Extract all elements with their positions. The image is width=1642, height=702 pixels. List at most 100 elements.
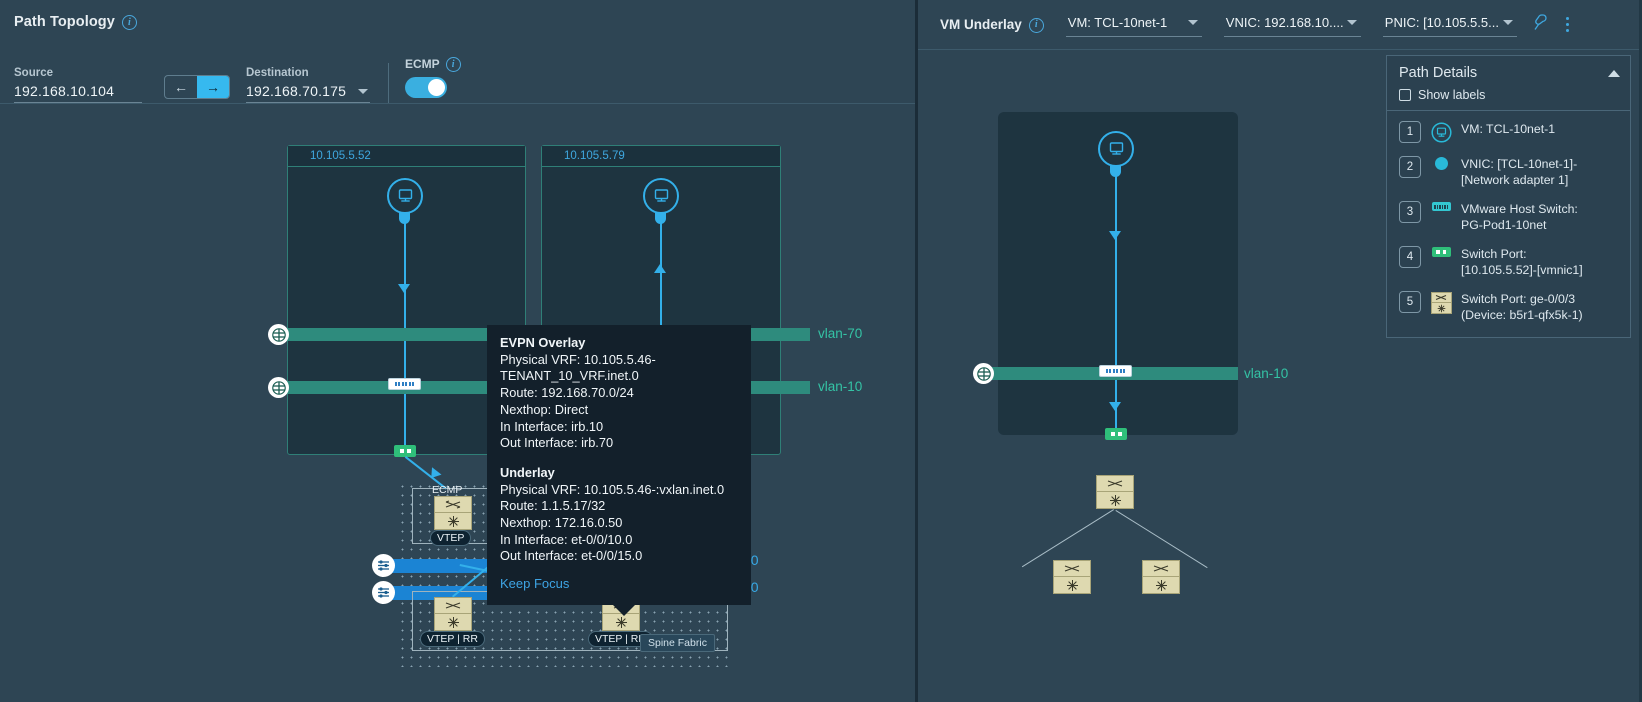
toggle-knob: [428, 79, 445, 96]
underlay-vlan-10-icon[interactable]: [973, 363, 994, 384]
divider: [388, 63, 389, 103]
step-label-line: PG-Pod1-10net: [1461, 218, 1547, 232]
router-top: [434, 496, 472, 513]
path-hop-tooltip[interactable]: EVPN Overlay Physical VRF: 10.105.5.46- …: [487, 325, 751, 616]
router-top: [1096, 475, 1134, 492]
vm-underlay-title: VM Underlay: [940, 17, 1022, 32]
router-icon: [1430, 292, 1452, 314]
vm-underlay-info-icon[interactable]: i: [1028, 17, 1044, 33]
direction-forward-button[interactable]: →: [197, 76, 229, 98]
router-glyph-icon: [1109, 494, 1121, 506]
pnic-select[interactable]: PNIC: [10.105.5.5...: [1382, 13, 1517, 37]
underlay-leaf-node[interactable]: [1096, 475, 1134, 509]
vm-icon: [1430, 122, 1452, 143]
tooltip-underlay-line: Out Interface: et-0/0/15.0: [500, 548, 643, 564]
host-switch-icon: [1430, 202, 1452, 211]
vlan-10-icon[interactable]: [268, 377, 289, 398]
info-icon[interactable]: i: [121, 15, 137, 30]
router-glyph-icon: [1066, 579, 1078, 591]
step-label-line: VNIC: [TCL-10net-1]-: [1461, 157, 1578, 171]
underlay-spine-node-left[interactable]: [1053, 560, 1091, 594]
vtep-rr-node-left[interactable]: [434, 597, 472, 631]
step-number: 3: [1399, 201, 1421, 223]
step-label: VNIC: [TCL-10net-1]- [Network adapter 1]: [1461, 156, 1577, 188]
source-field: Source 192.168.10.104: [14, 67, 142, 103]
vm-node-b[interactable]: [643, 178, 679, 214]
path-step[interactable]: 3 VMware Host Switch: PG-Pod1-10net: [1399, 201, 1622, 233]
vm-select[interactable]: VM: TCL-10net-1: [1065, 13, 1202, 37]
step-number: 4: [1399, 246, 1421, 268]
vtep-rr-caption-left: VTEP | RR: [420, 631, 485, 647]
destination-field: Destination 192.168.70.175: [246, 67, 370, 103]
vnic-select[interactable]: VNIC: 192.168.10....: [1223, 13, 1361, 37]
kebab-menu-icon[interactable]: [1565, 17, 1569, 32]
arrow-up-b: [654, 264, 666, 273]
underlay-spine-node-right[interactable]: [1142, 560, 1180, 594]
vlan-10-label: vlan-10: [818, 379, 863, 394]
path-step[interactable]: 4 Switch Port: [10.105.5.52]-[vmnic1]: [1399, 246, 1622, 278]
step-label-line: [10.105.5.52]-[vmnic1]: [1461, 263, 1583, 277]
path-details-card: Path Details Show labels 1 VM: TCL-10net…: [1386, 55, 1631, 338]
keep-focus-link[interactable]: Keep Focus: [500, 576, 738, 593]
underlay-host-switch-chip[interactable]: [1099, 365, 1132, 377]
vtep-node-1[interactable]: [434, 496, 472, 530]
switch-glyph-icon: [445, 602, 461, 609]
vxlan-5070-icon[interactable]: [372, 554, 395, 577]
router-glyph-icon: [447, 616, 459, 628]
tooltip-underlay-line: In Interface: et-0/0/10.0: [500, 531, 633, 547]
step-number: 1: [1399, 121, 1421, 143]
source-value: 192.168.10.104: [14, 83, 115, 99]
router-bottom: [1096, 492, 1134, 509]
underlay-vm-node[interactable]: [1098, 131, 1134, 167]
path-details-steps: 1 VM: TCL-10net-1 2 VNIC: [TCL-10net-1]-…: [1387, 111, 1630, 337]
router-bottom: [434, 614, 472, 631]
show-labels-row[interactable]: Show labels: [1399, 88, 1620, 102]
underlay-link-left: [1021, 509, 1114, 568]
host-b-label: 10.105.5.79: [542, 146, 780, 167]
chevron-down-icon: [358, 88, 369, 94]
underlay-switch-port-chip[interactable]: [1105, 428, 1127, 440]
router-top: [434, 597, 472, 614]
vlan-glyph-icon: [976, 366, 991, 381]
router-bottom: [1142, 577, 1180, 594]
path-step[interactable]: 5 Switch Port: ge-0/0/3 (Device: b5r1-qf…: [1399, 291, 1622, 323]
tooltip-underlay-heading: Underlay: [500, 464, 555, 480]
pin-icon[interactable]: [1533, 13, 1550, 36]
switch-glyph-icon: [445, 500, 461, 509]
spine-fabric-badge: Spine Fabric: [640, 634, 715, 652]
tooltip-overlay-line: Physical VRF: 10.105.5.46-: [500, 351, 656, 367]
router-glyph-icon: [1155, 579, 1167, 591]
path-step[interactable]: 2 VNIC: [TCL-10net-1]- [Network adapter …: [1399, 156, 1622, 188]
ecmp-info-icon[interactable]: i: [445, 57, 461, 72]
switch-port-icon: [1430, 247, 1452, 257]
direction-reverse-button[interactable]: ←: [165, 76, 197, 98]
chevron-up-icon[interactable]: [1608, 69, 1620, 77]
step-label-line: [Network adapter 1]: [1461, 173, 1569, 187]
source-label: Source: [14, 67, 53, 79]
destination-select[interactable]: 192.168.70.175: [246, 83, 370, 103]
switch-glyph-icon: [1064, 565, 1080, 572]
host-switch-chip[interactable]: [388, 378, 421, 390]
destination-label: Destination: [246, 67, 309, 79]
switch-glyph-icon: [1153, 565, 1169, 572]
arrow-down-a: [398, 284, 410, 293]
vxlan-5010-icon[interactable]: [372, 581, 395, 604]
vlan-70-icon[interactable]: [268, 324, 289, 345]
source-input[interactable]: 192.168.10.104: [14, 83, 142, 103]
vlan-glyph-icon: [271, 327, 286, 342]
vm-node-a[interactable]: [387, 178, 423, 214]
direction-toggle[interactable]: ← →: [164, 75, 230, 99]
topology-canvas[interactable]: 10.105.5.52 10.105.5.79 vlan-70 vlan-10 …: [0, 104, 915, 702]
path-step[interactable]: 1 VM: TCL-10net-1: [1399, 121, 1622, 143]
step-label: VM: TCL-10net-1: [1461, 122, 1556, 136]
ecmp-toggle[interactable]: [405, 77, 447, 98]
tooltip-underlay-line: Nexthop: 172.16.0.50: [500, 515, 623, 531]
ecmp-label-row: ECMP i: [405, 56, 461, 72]
tooltip-overlay-line: Out Interface: irb.70: [500, 435, 614, 451]
vxlan-glyph-icon: [378, 560, 389, 571]
step-label-line: VMware Host Switch:: [1461, 202, 1578, 216]
path-details-title-row: Path Details: [1399, 65, 1620, 81]
show-labels-checkbox[interactable]: [1399, 89, 1411, 101]
vnic-dot-icon: [1430, 157, 1452, 170]
ecmp-label: ECMP: [405, 57, 440, 71]
